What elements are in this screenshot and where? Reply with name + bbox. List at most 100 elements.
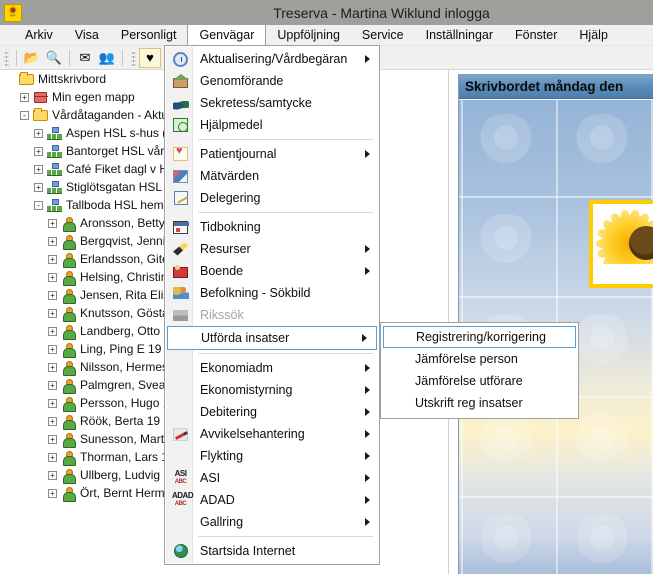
tree-expand-icon[interactable]: +	[48, 326, 57, 336]
menubar-item-uppf-ljning[interactable]: Uppföljning	[266, 25, 351, 45]
tree-expand-icon[interactable]: +	[34, 146, 43, 156]
network-unit-icon-shape	[46, 163, 62, 176]
menu-item-ekonomiadm[interactable]: Ekonomiadm	[165, 357, 379, 379]
menu-item-utförda-insatser[interactable]: Utförda insatser	[167, 326, 377, 350]
wallpaper-ghost-flower	[571, 514, 633, 566]
application-window: 🌻 Treserva - Martina Wiklund inlogga Ark…	[0, 0, 653, 574]
tree-expand-icon[interactable]: +	[48, 470, 57, 480]
tree-expand-icon[interactable]: +	[20, 92, 29, 102]
person-icon	[60, 216, 76, 232]
menu-item-sekretess-samtycke[interactable]: Sekretess/samtycke	[165, 92, 379, 114]
menu-item-mätvärden[interactable]: Mätvärden	[165, 165, 379, 187]
toolbar-grip[interactable]	[4, 49, 9, 66]
menu-item-asi[interactable]: ASI ABC ASI	[165, 467, 379, 489]
tree-expand-icon[interactable]: +	[48, 254, 57, 264]
menu-item-startsida-internet[interactable]: Startsida Internet	[165, 540, 379, 562]
tree-node-label: Aronsson, Betty	[80, 216, 165, 230]
person-icon	[60, 378, 76, 394]
toolbar-grip[interactable]	[131, 49, 136, 66]
person-icon-shape	[62, 342, 76, 358]
binoculars-search-icon[interactable]: 🔍	[43, 48, 65, 68]
submenu-item-utskrift-reg-insatser[interactable]: Utskrift reg insatser	[381, 392, 578, 414]
alarm-clock-icon	[169, 50, 192, 68]
menubar-item-hj-lp[interactable]: Hjälp	[568, 25, 619, 45]
tree-expand-icon[interactable]: +	[34, 164, 43, 174]
menu-item-adad[interactable]: ADAD ABC ADAD	[165, 489, 379, 511]
menu-item-gallring[interactable]: Gallring	[165, 511, 379, 533]
submenu-item-jämförelse-utförare[interactable]: Jämförelse utförare	[381, 370, 578, 392]
person-icon-shape	[62, 450, 76, 466]
menu-item-resurser[interactable]: Resurser	[165, 238, 379, 260]
tree-node-label: Tallboda HSL hemsju	[66, 198, 179, 212]
person-icon	[60, 468, 76, 484]
menu-item-label: ADAD	[200, 493, 235, 507]
menu-item-befolkning-sökbild[interactable]: Befolkning - Sökbild	[165, 282, 379, 304]
menu-item-hjälpmedel[interactable]: Hjälpmedel	[165, 114, 379, 136]
bed-icon	[169, 262, 192, 280]
menubar-item-personligt[interactable]: Personligt	[110, 25, 188, 45]
tree-expand-icon[interactable]: +	[48, 380, 57, 390]
menu-item-debitering[interactable]: Debitering	[165, 401, 379, 423]
person-icon	[60, 306, 76, 322]
submenu-item-jämförelse-person[interactable]: Jämförelse person	[381, 348, 578, 370]
box-icon-shape	[33, 91, 48, 103]
submenu-arrow-icon	[365, 408, 370, 416]
menubar-item-f-nster[interactable]: Fönster	[504, 25, 568, 45]
sunflower-thumbnail[interactable]	[589, 200, 653, 288]
contacts-person-icon[interactable]: 👥	[96, 48, 118, 68]
menubar-item-genv-gar[interactable]: Genvägar	[187, 24, 267, 45]
person-icon-shape	[62, 378, 76, 394]
tree-expand-icon[interactable]: +	[48, 416, 57, 426]
submenu-arrow-icon	[365, 245, 370, 253]
envelope-mail-icon[interactable]: ✉	[74, 48, 96, 68]
tree-expand-icon[interactable]: +	[48, 398, 57, 408]
house-icon-shape	[173, 74, 189, 88]
tree-expand-icon[interactable]: +	[48, 272, 57, 282]
menu-icon-placeholder	[169, 381, 192, 399]
heart-journal-icon[interactable]: ♥	[139, 47, 161, 68]
heart-journal-icon-shape	[173, 146, 188, 161]
menubar-item-arkiv[interactable]: Arkiv	[14, 25, 64, 45]
wallpaper-ghost-flower	[571, 414, 633, 466]
tree-expand-icon[interactable]: +	[48, 344, 57, 354]
open-folder-icon[interactable]: 📂	[21, 48, 43, 68]
menu-item-boende[interactable]: Boende	[165, 260, 379, 282]
menubar-item-service[interactable]: Service	[351, 25, 415, 45]
toolbar-separator	[69, 49, 70, 66]
tree-expand-icon[interactable]: +	[48, 452, 57, 462]
menu-item-patientjournal[interactable]: Patientjournal	[165, 143, 379, 165]
tree-expand-icon[interactable]: +	[48, 362, 57, 372]
menubar-item-visa[interactable]: Visa	[64, 25, 110, 45]
tree-node-label: Café Fiket dagl v HS	[66, 162, 177, 176]
menu-item-genomförande[interactable]: Genomförande	[165, 70, 379, 92]
person-icon	[60, 252, 76, 268]
tree-expand-icon[interactable]: +	[48, 290, 57, 300]
tree-collapse-icon[interactable]: -	[34, 200, 43, 210]
menu-item-delegering[interactable]: Delegering	[165, 187, 379, 209]
menu-item-flykting[interactable]: Flykting	[165, 445, 379, 467]
tree-expand-icon[interactable]: +	[48, 218, 57, 228]
tree-expand-icon[interactable]: +	[34, 128, 43, 138]
rikssok-icon-shape	[173, 309, 188, 321]
person-icon-shape	[62, 396, 76, 412]
tree-expand-icon[interactable]: +	[48, 488, 57, 498]
person-icon	[60, 288, 76, 304]
toolbar-separator	[122, 49, 123, 66]
tree-node-label: Thorman, Lars 1	[80, 450, 169, 464]
network-unit-icon	[46, 162, 62, 176]
menu-item-aktualisering-vårdbegäran[interactable]: Aktualisering/Vårdbegäran	[165, 48, 379, 70]
menu-item-ekonomistyrning[interactable]: Ekonomistyrning	[165, 379, 379, 401]
globe-icon	[169, 542, 192, 560]
submenu-item-registrering-korrigering[interactable]: Registrering/korrigering	[383, 326, 576, 348]
menu-item-tidbokning[interactable]: Tidbokning	[165, 216, 379, 238]
tree-collapse-icon[interactable]: -	[20, 110, 29, 120]
menu-item-label: Ekonomistyrning	[200, 383, 293, 397]
person-icon-shape	[62, 306, 76, 322]
tree-node-label: Landberg, Otto N	[80, 324, 173, 338]
menubar-item-inst-llningar[interactable]: Inställningar	[415, 25, 504, 45]
tree-expand-icon[interactable]: +	[48, 236, 57, 246]
menu-item-avvikelsehantering[interactable]: Avvikelsehantering	[165, 423, 379, 445]
tree-expand-icon[interactable]: +	[34, 182, 43, 192]
tree-expand-icon[interactable]: +	[48, 434, 57, 444]
tree-expand-icon[interactable]: +	[48, 308, 57, 318]
